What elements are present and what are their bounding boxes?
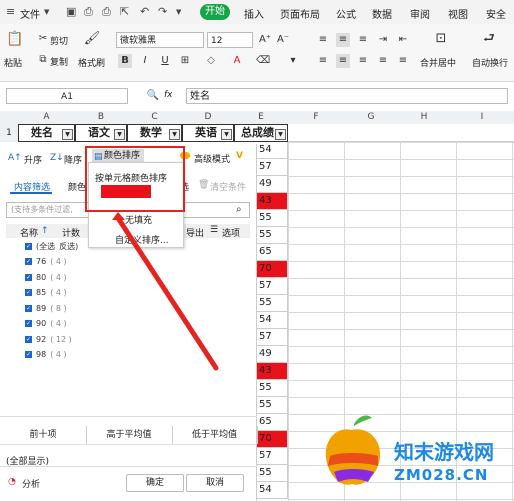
arrow-line: [115, 215, 219, 371]
watermark-logo: [325, 415, 381, 485]
watermark-url: ZM028.CN: [394, 466, 489, 484]
annotation-arrow: [112, 212, 219, 371]
watermark-name: 知末游戏网: [394, 440, 494, 464]
